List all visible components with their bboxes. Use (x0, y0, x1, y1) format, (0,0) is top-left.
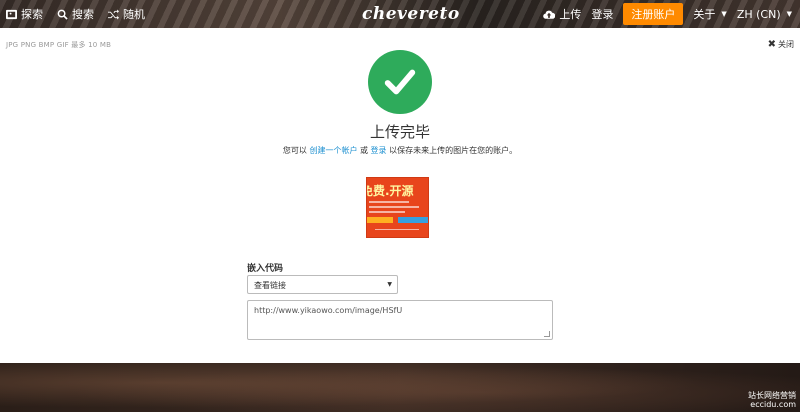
explore-icon (6, 9, 17, 19)
nav-explore-label: 探索 (21, 8, 43, 21)
top-navigation: 探索 搜索 随机 chevereto 上传 登录 注册账户 关于 ▼ ZH (C… (0, 0, 800, 28)
chevron-down-icon: ▼ (721, 10, 727, 18)
close-icon: ✖ (767, 39, 776, 50)
footer-background (0, 363, 800, 412)
watermark-line-1: 站长网络营销 (748, 391, 796, 400)
nav-right-group: 上传 登录 注册账户 关于 ▼ ZH (CN) ▼ (543, 0, 792, 28)
thumbnail-text-line (369, 201, 409, 203)
checkmark-icon (368, 50, 432, 114)
embed-type-select[interactable]: 查看链接 ▼ (247, 275, 398, 294)
create-account-link[interactable]: 创建一个帐户 (309, 146, 357, 155)
embed-type-value: 查看链接 (254, 281, 286, 290)
prompt-text-3: 以保存未来上传的图片在您的账户。 (386, 146, 518, 155)
prompt-text-1: 您可以 (282, 146, 310, 155)
login-prompt: 您可以 创建一个帐户 或 登录 以保存未来上传的图片在您的账户。 (0, 145, 800, 156)
dropdown-arrow-icon: ▼ (387, 281, 392, 288)
nav-upload[interactable]: 上传 (543, 6, 581, 22)
resize-handle-icon[interactable] (544, 331, 550, 337)
embed-code-textarea[interactable]: http://www.yikaowo.com/image/HSfU (247, 300, 553, 340)
chevron-down-icon: ▼ (786, 10, 792, 18)
page-title: 上传完毕 (369, 123, 430, 141)
thumbnail-button-shape (398, 217, 428, 223)
nav-explore[interactable]: 探索 (6, 6, 43, 22)
thumbnail-text-line (369, 211, 405, 213)
shuffle-icon (108, 8, 119, 20)
language-dropdown[interactable]: ZH (CN) ▼ (737, 8, 792, 21)
nav-random[interactable]: 随机 (108, 6, 145, 22)
allowed-formats: JPG PNG BMP GIF 最多 10 MB (6, 41, 112, 49)
thumbnail-text-line (375, 229, 419, 230)
site-watermark: 站长网络营销 eccidu.com (748, 391, 796, 409)
language-label: ZH (CN) (736, 7, 781, 21)
nav-login[interactable]: 登录 (591, 6, 613, 22)
thumbnail-button-shape (367, 217, 393, 223)
prompt-text-2: 或 (357, 146, 371, 155)
search-icon (57, 9, 68, 20)
uploaded-image-thumbnail[interactable]: 免费.开源 (366, 177, 429, 238)
brand-logo[interactable]: chevereto (362, 4, 460, 24)
nav-left-group: 探索 搜索 随机 (0, 6, 145, 22)
embed-code-label: 嵌入代码 (247, 264, 284, 274)
signup-button[interactable]: 注册账户 (623, 3, 684, 25)
login-link[interactable]: 登录 (371, 146, 387, 155)
upload-complete-panel: JPG PNG BMP GIF 最多 10 MB ✖ 关闭 上传完毕 您可以 创… (0, 28, 800, 363)
embed-code-value: http://www.yikaowo.com/image/HSfU (254, 306, 403, 315)
watermark-line-2: eccidu.com (750, 400, 796, 409)
nav-random-label: 随机 (123, 8, 145, 21)
cloud-upload-icon (543, 10, 556, 19)
nav-search-label: 搜索 (72, 8, 94, 21)
thumbnail-text-line (369, 206, 419, 208)
nav-search[interactable]: 搜索 (57, 6, 94, 22)
nav-about-dropdown[interactable]: 关于 ▼ (693, 6, 726, 22)
close-button[interactable]: ✖ 关闭 (768, 39, 794, 50)
nav-about-label: 关于 (693, 8, 716, 21)
close-label: 关闭 (778, 40, 794, 49)
nav-upload-label: 上传 (559, 8, 582, 21)
thumbnail-headline: 免费.开源 (366, 184, 414, 198)
